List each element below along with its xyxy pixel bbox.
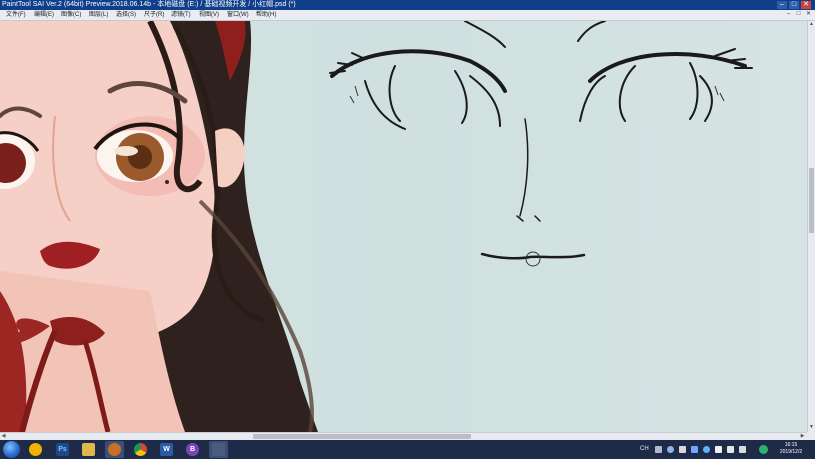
title-bar: PaintTool SAI Ver.2 (64bit) Preview.2018… [0, 0, 815, 10]
sketch-mouth [480, 252, 586, 260]
windows-orb-icon[interactable] [3, 441, 20, 458]
sketch-eye-left-lower [364, 80, 406, 130]
maximize-button[interactable]: □ [789, 1, 799, 9]
sketch-lower-lash-right [714, 85, 725, 102]
close-button[interactable]: ✕ [801, 1, 811, 9]
menu-view[interactable]: 视图(V) [199, 10, 219, 20]
vertical-scroll-thumb[interactable] [809, 168, 814, 233]
taskbar-app-purple[interactable]: B [183, 441, 202, 458]
horizontal-scroll-thumb[interactable] [253, 434, 471, 439]
settings-icon[interactable] [679, 446, 686, 453]
word-icon: W [160, 443, 173, 456]
menu-file[interactable]: 文件(F) [6, 10, 26, 20]
sketch-iris-right [618, 62, 699, 122]
flag-icon[interactable] [727, 446, 734, 453]
clock-date: 2019/12/2 [779, 449, 803, 455]
shield-icon[interactable] [715, 446, 722, 453]
network-icon[interactable] [703, 446, 710, 453]
bluetooth-icon[interactable] [691, 446, 698, 453]
menu-select[interactable]: 选择(S) [116, 10, 136, 20]
menu-ruler[interactable]: 尺子(R) [144, 10, 164, 20]
taskbar-app-folder[interactable] [79, 441, 98, 458]
sai-icon [212, 443, 225, 456]
doc-close-button[interactable]: ✕ [804, 11, 813, 18]
beauty-mark [165, 180, 169, 184]
menu-window[interactable]: 窗口(W) [227, 10, 249, 20]
horizontal-scrollbar[interactable]: ◀ ▶ [0, 432, 807, 440]
scroll-up-arrow-icon[interactable]: ▲ [808, 21, 815, 28]
purple-app-icon: B [186, 443, 199, 456]
sketch-nostrils [516, 215, 541, 222]
photoshop-icon: Ps [56, 443, 69, 456]
clock-time: 16:15 [784, 442, 798, 448]
menu-bar: 文件(F) 编辑(E) 图像(C) 图层(L) 选择(S) 尺子(R) 滤镜(T… [0, 10, 815, 21]
window-title: PaintTool SAI Ver.2 (64bit) Preview.2018… [2, 1, 296, 8]
scrollbar-corner [807, 432, 815, 440]
scroll-right-arrow-icon[interactable]: ▶ [799, 433, 806, 440]
doc-restore-button[interactable]: □ [794, 11, 803, 18]
artwork [0, 21, 753, 432]
menu-edit[interactable]: 编辑(E) [34, 10, 54, 20]
vertical-scrollbar[interactable]: ▲ ▼ [807, 21, 815, 432]
clock[interactable]: 16:15 2019/12/2 [773, 442, 809, 456]
keyboard-icon[interactable] [655, 446, 662, 453]
taskbar-app-word[interactable]: W [157, 441, 176, 458]
menu-image[interactable]: 图像(C) [61, 10, 81, 20]
taskbar-app-paint[interactable] [105, 441, 124, 458]
sketch-eye-left-outer [469, 75, 501, 127]
help-icon[interactable] [667, 446, 674, 453]
brush-cursor [525, 251, 541, 267]
sketch-lash-flicks-left [329, 52, 366, 74]
taskbar-app-yellow[interactable] [26, 441, 45, 458]
sketch-brow-right [577, 21, 606, 42]
menu-filter[interactable]: 滤镜(T) [171, 10, 191, 20]
sketch-eye-right-lower [579, 75, 606, 122]
sketch-eye-right-outer [699, 75, 713, 122]
drawing-canvas[interactable] [0, 21, 807, 432]
folder-icon [82, 443, 95, 456]
taskbar-app-sai[interactable] [209, 441, 228, 458]
menu-layer[interactable]: 图层(L) [89, 10, 108, 20]
sketch-brow-left [464, 21, 506, 48]
taskbar-app-photoshop[interactable]: Ps [53, 441, 72, 458]
paint-icon [108, 443, 121, 456]
sketch-lineart [329, 21, 753, 267]
scroll-down-arrow-icon[interactable]: ▼ [808, 424, 815, 431]
sketch-lower-lash-left [349, 85, 359, 104]
eye-right-highlight [114, 146, 138, 156]
scroll-left-arrow-icon[interactable]: ◀ [0, 433, 7, 440]
taskbar-app-chrome[interactable] [131, 441, 150, 458]
chrome-icon [134, 443, 147, 456]
sketch-lashes-left [330, 49, 507, 93]
taskbar: Ps W B CH 16:15 2019/12/2 [0, 440, 815, 459]
doc-minimize-button[interactable]: – [784, 11, 793, 18]
ime-indicator[interactable]: CH [640, 443, 649, 455]
green-app-tray-icon[interactable] [759, 445, 768, 454]
sketch-lashes-right [588, 52, 747, 83]
yellow-app-icon [29, 443, 42, 456]
menu-help[interactable]: 帮助(H) [256, 10, 276, 20]
volume-icon[interactable] [739, 446, 746, 453]
minimize-button[interactable]: – [777, 1, 787, 9]
sketch-iris-left [388, 65, 468, 124]
sketch-nose-bridge [519, 118, 529, 217]
